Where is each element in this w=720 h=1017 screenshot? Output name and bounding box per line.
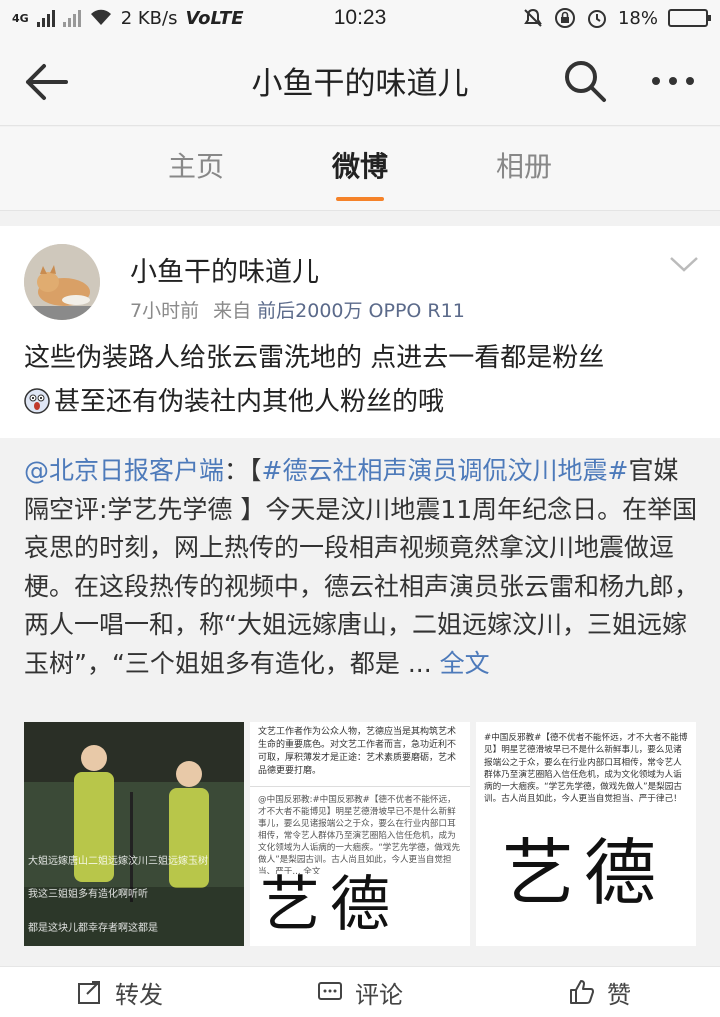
post-from-label: 来自 bbox=[213, 300, 252, 322]
search-icon[interactable] bbox=[562, 58, 608, 104]
comment-button[interactable]: 评论 bbox=[240, 967, 480, 1017]
avatar[interactable] bbox=[24, 244, 100, 320]
wifi-icon bbox=[90, 9, 111, 25]
more-icon[interactable] bbox=[648, 58, 698, 104]
repost-icon bbox=[78, 981, 100, 1004]
repost-image-2[interactable]: 文艺工作者作为公众人物，艺德应当是其构筑艺术生命的重要底色。对文艺工作者而言，急… bbox=[250, 722, 470, 946]
repost-image-1[interactable]: 大姐远嫁唐山二姐远嫁汶川三姐远嫁玉树 我这三姐姐多有造化啊听听 都是这块儿都幸存… bbox=[24, 722, 244, 946]
comment-label: 评论 bbox=[355, 980, 403, 1009]
repost-image-3[interactable]: #中国反邪教#【德不优者不能怀远，才不大者不能博见】明星艺德滑坡早已不是什么新鲜… bbox=[476, 722, 696, 946]
full-text-link[interactable]: 全文 bbox=[440, 649, 490, 678]
tab-home[interactable]: 主页 bbox=[136, 145, 256, 185]
alarm-icon bbox=[587, 10, 606, 28]
lock-rotation-icon bbox=[554, 8, 575, 28]
repost-hashtag[interactable]: #德云社相声演员调侃汶川地震# bbox=[262, 456, 629, 485]
like-button[interactable]: 赞 bbox=[480, 967, 720, 1017]
post-author[interactable]: 小鱼干的味道儿 bbox=[130, 250, 319, 289]
image-1-caption-1: 大姐远嫁唐山二姐远嫁汶川三姐远嫁玉树 bbox=[28, 856, 208, 867]
repost-button[interactable]: 转发 bbox=[0, 967, 240, 1017]
post-meta: 7小时前 来自 前后2000万 OPPO R11 bbox=[130, 296, 465, 323]
post-action-bar: 转发 评论 赞 bbox=[0, 966, 720, 1017]
image-2-divider bbox=[250, 786, 470, 787]
image-1-caption-2: 我这三姐姐多有造化啊听听 bbox=[28, 889, 148, 900]
repost-label: 转发 bbox=[115, 980, 163, 1009]
thumbs-up-icon bbox=[570, 980, 594, 1004]
chevron-down-icon[interactable] bbox=[668, 254, 700, 274]
clock: 10:23 bbox=[333, 6, 387, 29]
post-text-line2-wrap: 甚至还有伪装社内其他人粉丝的哦 bbox=[24, 380, 704, 424]
comment-icon bbox=[318, 982, 342, 1000]
profile-tabs: 主页 微博 相册 bbox=[0, 127, 720, 211]
post-text: 这些伪装路人给张云雷洗地的 点进去一看都是粉丝 甚至还有伪装社内其他人粉丝的哦 bbox=[24, 336, 704, 424]
post-time: 7小时前 bbox=[130, 300, 200, 322]
repost-card[interactable]: @北京日报客户端：【#德云社相声演员调侃汶川地震#官媒隔空评:学艺先学德 】今天… bbox=[0, 438, 720, 966]
repost-text: @北京日报客户端：【#德云社相声演员调侃汶川地震#官媒隔空评:学艺先学德 】今天… bbox=[24, 452, 700, 683]
tab-album[interactable]: 相册 bbox=[464, 145, 584, 185]
volte-label: VoLTE bbox=[185, 7, 244, 29]
repost-bracket: 【 bbox=[249, 456, 262, 485]
back-arrow-icon[interactable] bbox=[22, 58, 70, 106]
repost-colon: ： bbox=[224, 456, 250, 485]
network-speed: 2 KB/s bbox=[120, 7, 178, 29]
cat-avatar-image bbox=[24, 244, 100, 320]
signal-icon bbox=[36, 9, 55, 27]
page-title: 小鱼干的味道儿 bbox=[251, 66, 469, 102]
network-type: 4G bbox=[12, 11, 29, 25]
status-left: 4G 2 KB/s VoLTE bbox=[12, 8, 292, 29]
stage-photo bbox=[24, 722, 244, 946]
status-right: 18% bbox=[428, 7, 711, 29]
image-2-text-2: @中国反邪教:#中国反邪教#【德不优者不能怀远，才不大者不能博见】明星艺德滑坡早… bbox=[258, 795, 461, 874]
post-source[interactable]: 前后2000万 OPPO R11 bbox=[257, 300, 465, 322]
post-text-line1: 这些伪装路人给张云雷洗地的 点进去一看都是粉丝 bbox=[24, 343, 605, 373]
tab-weibo[interactable]: 微博 bbox=[300, 145, 420, 185]
post-text-line2: 甚至还有伪装社内其他人粉丝的哦 bbox=[54, 387, 445, 417]
image-3-calligraphy: 艺德 bbox=[502, 831, 667, 915]
scared-emoji-icon bbox=[24, 388, 50, 414]
repost-body: 官媒隔空评:学艺先学德 】今天是汶川地震11周年纪念日。在举国哀思的时刻，网上热… bbox=[24, 456, 700, 678]
weibo-post: 小鱼干的味道儿 7小时前 来自 前后2000万 OPPO R11 这些伪装路人给… bbox=[0, 226, 720, 966]
mute-icon bbox=[524, 8, 542, 27]
like-label: 赞 bbox=[607, 980, 631, 1009]
image-3-text-1: #中国反邪教#【德不优者不能怀远，才不大者不能博见】明星艺德滑坡早已不是什么新鲜… bbox=[484, 733, 688, 805]
repost-mention[interactable]: @北京日报客户端 bbox=[24, 456, 224, 485]
battery-icon bbox=[668, 9, 711, 27]
status-bar: 4G 2 KB/s VoLTE 10:23 18% bbox=[0, 0, 720, 36]
image-2-text-1: 文艺工作者作为公众人物，艺德应当是其构筑艺术生命的重要底色。对文艺工作者而言，急… bbox=[258, 727, 457, 776]
image-2-calligraphy: 艺德 bbox=[260, 870, 400, 940]
image-1-caption-3: 都是这块儿都幸存者啊这都是 bbox=[28, 923, 158, 934]
nav-bar: 小鱼干的味道儿 bbox=[0, 36, 720, 126]
active-tab-indicator bbox=[336, 197, 384, 201]
battery-percent: 18% bbox=[617, 7, 658, 29]
signal-2-icon bbox=[62, 9, 81, 27]
